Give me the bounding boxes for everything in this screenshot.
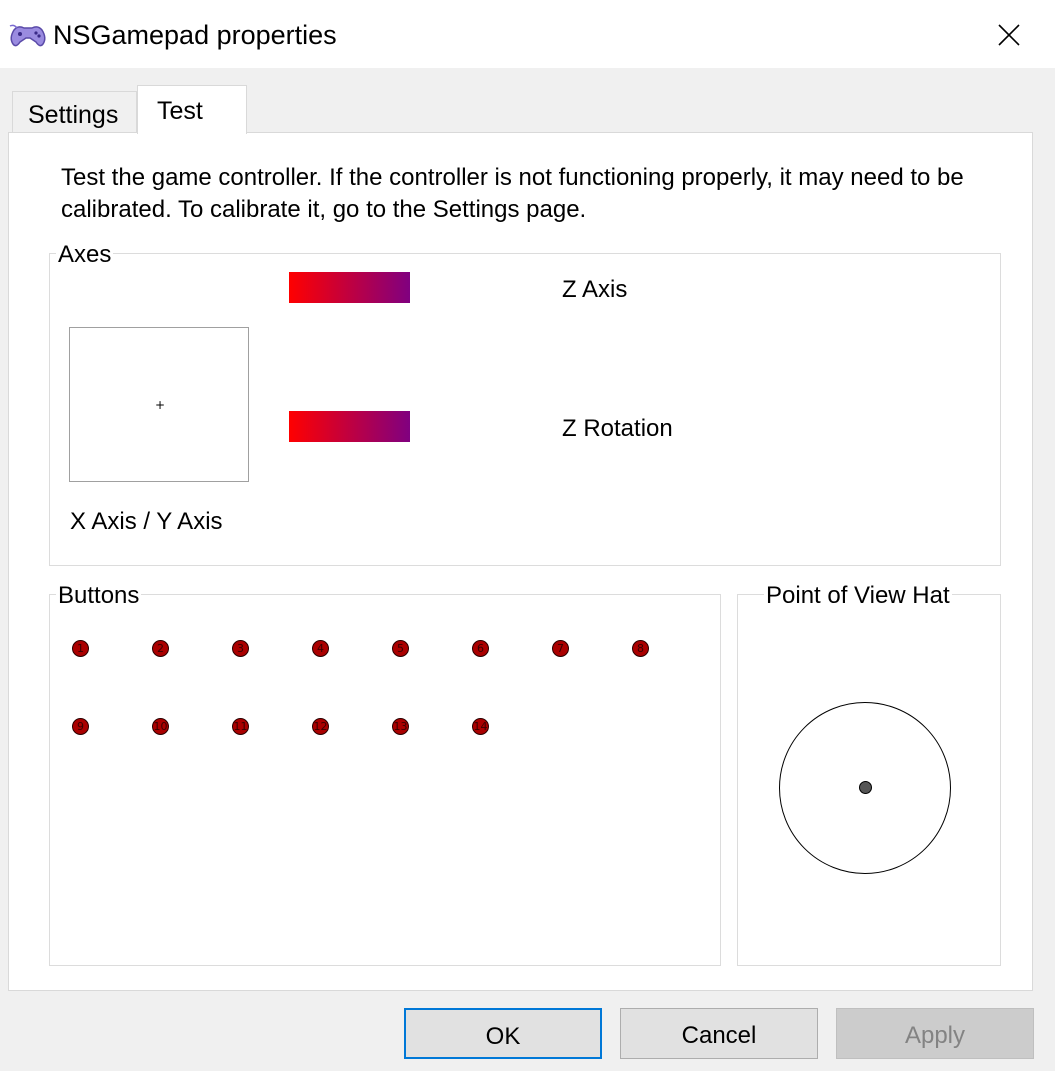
tab-test[interactable]: Test	[137, 85, 247, 134]
test-description: Test the game controller. If the control…	[61, 164, 964, 223]
xy-position-marker: +	[154, 398, 166, 412]
pov-hat-indicator	[859, 781, 872, 794]
ok-button[interactable]: OK	[404, 1008, 602, 1059]
button-indicator-4: 4	[312, 640, 329, 657]
xy-axis-label: X Axis / Y Axis	[70, 508, 223, 535]
cancel-button[interactable]: Cancel	[620, 1008, 818, 1059]
tab-settings[interactable]: Settings	[12, 91, 137, 133]
z-axis-label: Z Axis	[562, 276, 628, 303]
button-indicator-9: 9	[72, 718, 89, 735]
buttons-group-label: Buttons	[56, 582, 142, 610]
close-icon	[998, 24, 1020, 46]
apply-button[interactable]: Apply	[836, 1008, 1034, 1059]
button-indicator-8: 8	[632, 640, 649, 657]
z-rotation-label: Z Rotation	[562, 415, 673, 442]
close-button[interactable]	[980, 12, 1038, 58]
button-indicator-5: 5	[392, 640, 409, 657]
z-axis-bar	[289, 272, 410, 303]
button-indicator-6: 6	[472, 640, 489, 657]
z-rotation-bar	[289, 411, 410, 442]
button-indicator-12: 12	[312, 718, 329, 735]
button-indicator-1: 1	[72, 640, 89, 657]
axes-group-label: Axes	[56, 241, 114, 269]
tab-settings-label: Settings	[28, 101, 119, 129]
button-indicator-14: 14	[472, 718, 489, 735]
tab-test-label: Test	[157, 97, 203, 125]
button-indicator-2: 2	[152, 640, 169, 657]
window-title: NSGamepad properties	[53, 20, 337, 50]
button-indicator-10: 10	[152, 718, 169, 735]
button-indicator-7: 7	[552, 640, 569, 657]
title-bar: NSGamepad properties	[0, 0, 1055, 68]
button-indicator-11: 11	[232, 718, 249, 735]
buttons-group	[49, 594, 721, 966]
button-indicator-3: 3	[232, 640, 249, 657]
pov-hat-group-label: Point of View Hat	[764, 582, 952, 610]
button-indicator-13: 13	[392, 718, 409, 735]
gamepad-icon	[8, 22, 48, 50]
